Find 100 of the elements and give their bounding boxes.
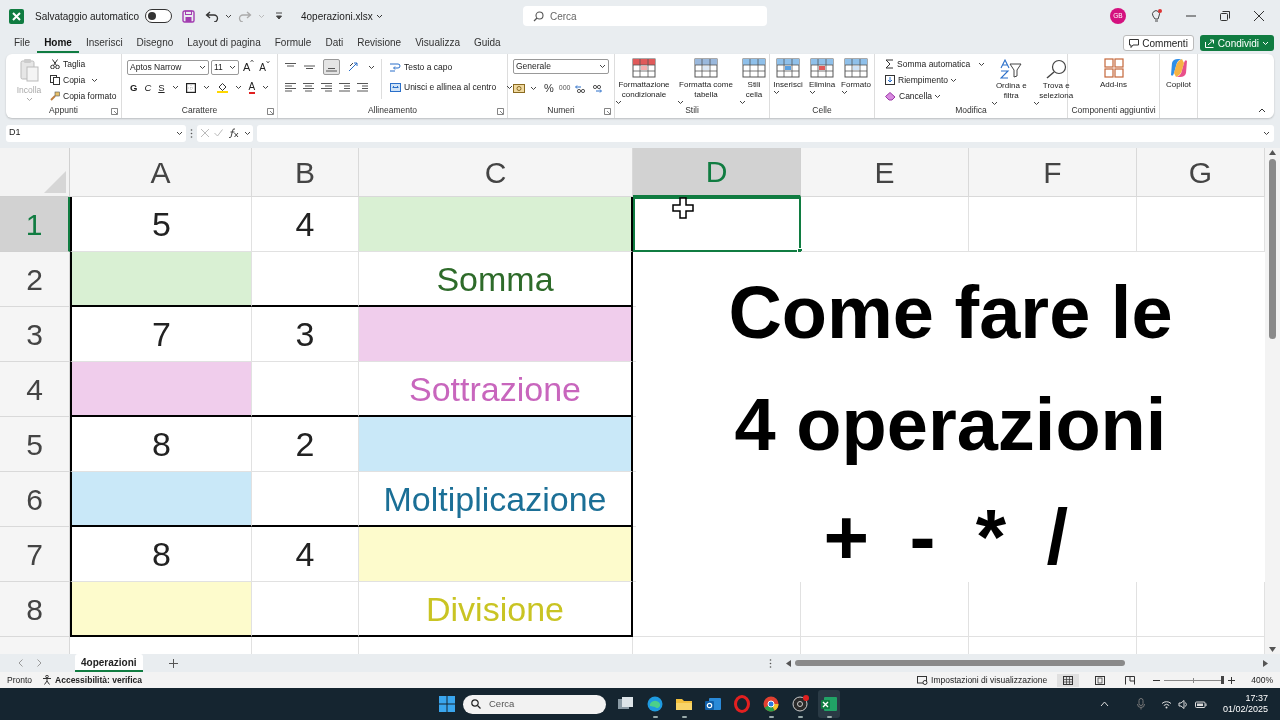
- display-settings-button[interactable]: Impostazioni di visualizzazione: [917, 673, 1048, 687]
- menu-tab[interactable]: Inserisci: [78, 33, 130, 53]
- zoom-slider[interactable]: [1164, 676, 1225, 684]
- file-name-button[interactable]: 4operazioni.xlsx: [300, 8, 383, 24]
- menu-tab[interactable]: Layout di pagina: [180, 33, 268, 53]
- wrap-text-button[interactable]: Testo a capo: [388, 59, 514, 75]
- dialog-launcher-icon: [497, 108, 504, 115]
- column-header[interactable]: A: [70, 148, 252, 197]
- chevron-down-icon: [530, 85, 537, 91]
- filled-cell[interactable]: [359, 417, 633, 472]
- font-family-dropdown[interactable]: Aptos Narrow: [127, 59, 209, 75]
- column-header[interactable]: F: [969, 148, 1137, 197]
- grow-font-button[interactable]: A: [243, 59, 255, 76]
- sort-filter-button[interactable]: Ordina e filtra: [991, 56, 1032, 106]
- search-field[interactable]: Cerca: [523, 6, 767, 26]
- spreadsheet-app-icon: [820, 695, 838, 713]
- column-header[interactable]: G: [1137, 148, 1265, 197]
- group-label: Allineamento: [367, 104, 418, 117]
- table-icon: [776, 58, 800, 78]
- accessibility-icon: [42, 675, 53, 685]
- filled-cell[interactable]: [359, 197, 633, 252]
- zoom-slider-thumb[interactable]: [1221, 676, 1225, 684]
- shrink-font-button[interactable]: A: [259, 59, 270, 75]
- copy-button[interactable]: Copia: [48, 72, 88, 88]
- menu-tab[interactable]: Visualizza: [408, 33, 467, 53]
- fill-button[interactable]: Riempimento: [883, 72, 951, 88]
- autosave-toggle[interactable]: [144, 9, 172, 23]
- menu-tab[interactable]: Formule: [267, 33, 319, 53]
- row-header[interactable]: 6: [0, 472, 70, 527]
- format-painter-button[interactable]: Copia formato: [48, 88, 119, 104]
- merge-center-button[interactable]: Unisci e allinea al centro: [388, 79, 499, 95]
- find-select-button[interactable]: Trova e seleziona: [1033, 56, 1080, 106]
- column-header[interactable]: B: [252, 148, 359, 197]
- styles-button[interactable]: Formatta come tabella: [677, 55, 735, 105]
- menu-tab[interactable]: File: [7, 33, 38, 53]
- undo-icon: [204, 10, 219, 22]
- italic-button[interactable]: C: [144, 80, 152, 95]
- recorder-icon: [791, 695, 809, 713]
- vertical-scrollbar-thumb[interactable]: [1269, 159, 1276, 339]
- ring-icon: [733, 695, 751, 713]
- horizontal-scrollbar-thumb[interactable]: [795, 660, 1125, 666]
- add-ins-button[interactable]: Add-ins: [1088, 55, 1139, 90]
- bold-button[interactable]: G: [130, 80, 138, 95]
- percent-button[interactable]: %: [544, 80, 554, 97]
- row-header[interactable]: 7: [0, 527, 70, 582]
- filled-cell[interactable]: [359, 307, 633, 362]
- formula-input[interactable]: [257, 124, 1274, 142]
- row-header[interactable]: 2: [0, 252, 70, 307]
- clear-button[interactable]: Cancella: [883, 88, 935, 104]
- cut-button[interactable]: Taglia: [48, 56, 119, 72]
- cells-button[interactable]: Inserisci: [772, 55, 804, 95]
- name-box[interactable]: D1: [6, 124, 186, 142]
- comments-button[interactable]: Commenti: [1123, 35, 1194, 51]
- row-header[interactable]: 4: [0, 362, 70, 417]
- sheet-tab[interactable]: 4operazioni: [75, 654, 143, 672]
- column-header[interactable]: C: [359, 148, 633, 197]
- cancel-icon: [201, 129, 209, 137]
- styles-button[interactable]: Stili cella: [739, 55, 769, 105]
- chrome-browser-icon: [762, 695, 780, 713]
- underline-button[interactable]: S: [158, 80, 165, 95]
- chevron-down-icon: [1033, 101, 1041, 106]
- chevron-down-icon: [368, 64, 375, 70]
- next-sheet-icon: [37, 659, 42, 667]
- merge-icon: [390, 82, 401, 92]
- select-all-corner[interactable]: [0, 148, 70, 197]
- table-cell[interactable]: [633, 197, 801, 252]
- taskbar-search-field[interactable]: Cerca: [463, 694, 606, 714]
- table-icon: [694, 58, 718, 78]
- fill-down-icon: [885, 75, 895, 85]
- chevron-down-icon: [1263, 130, 1270, 136]
- menu-tab[interactable]: Revisione: [350, 33, 409, 53]
- row-header[interactable]: [0, 637, 70, 654]
- cells-button[interactable]: Formato: [840, 55, 872, 95]
- chevron-down-icon: [1262, 40, 1269, 46]
- row-header[interactable]: 5: [0, 417, 70, 472]
- menu-tab[interactable]: Guida: [466, 33, 508, 53]
- row-header[interactable]: 3: [0, 307, 70, 362]
- copilot-button[interactable]: Copilot: [1160, 55, 1197, 90]
- font-color-button[interactable]: A: [248, 81, 256, 94]
- filled-cell[interactable]: [359, 527, 633, 582]
- wifi-icon: [1160, 699, 1172, 709]
- border-icon: [185, 82, 196, 93]
- font-size-dropdown[interactable]: 11: [211, 59, 239, 75]
- add-sheet-icon: [168, 658, 178, 668]
- chevron-down-icon: [262, 85, 270, 91]
- accessibility-button[interactable]: Accessibilità: verifica: [42, 673, 142, 687]
- autosum-button[interactable]: Somma automatica: [883, 56, 973, 72]
- number-format-dropdown[interactable]: Generale: [513, 59, 609, 74]
- table-icon: [810, 58, 834, 78]
- row-header[interactable]: 8: [0, 582, 70, 637]
- share-button[interactable]: Condividi: [1199, 35, 1274, 51]
- cells-button[interactable]: Elimina: [806, 55, 838, 95]
- group-label: Carattere: [181, 104, 218, 117]
- align-middle-icon: [304, 62, 315, 72]
- zoom-level[interactable]: 400%: [1251, 673, 1273, 687]
- menu-tab[interactable]: Disegno: [129, 33, 181, 53]
- column-header[interactable]: E: [801, 148, 969, 197]
- menu-tab[interactable]: Dati: [318, 33, 351, 53]
- fill-color-icon: [216, 82, 228, 94]
- styles-button[interactable]: Formattazione condizionale: [615, 55, 673, 105]
